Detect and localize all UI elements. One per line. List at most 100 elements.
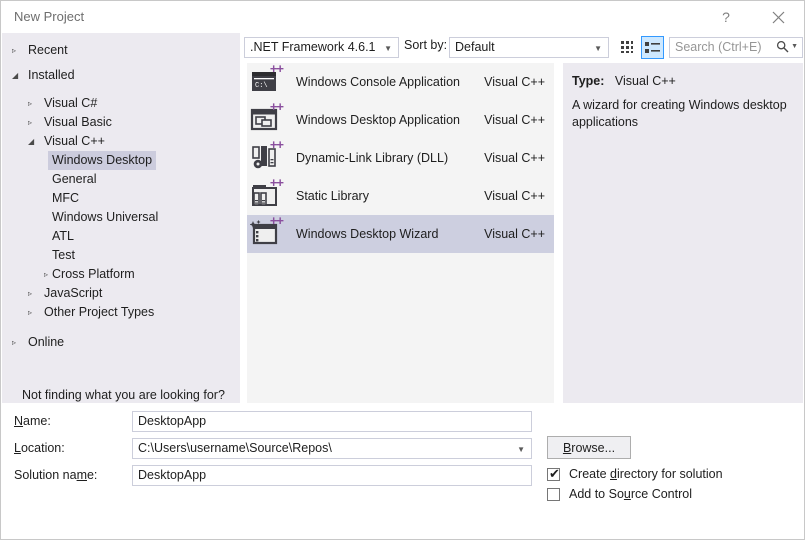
view-tiles-button[interactable]: [616, 36, 639, 59]
location-label: Location:: [14, 441, 65, 455]
title-bar: New Project ?: [1, 1, 804, 33]
template-language: Visual C++: [484, 227, 545, 241]
svg-text:C:\: C:\: [255, 82, 268, 90]
sidebar-item-label: Windows Desktop: [48, 151, 157, 170]
type-value: Visual C++: [614, 74, 676, 88]
sidebar-item-visual-cpp[interactable]: ◢ Visual C++: [2, 132, 240, 151]
sidebar-item-windows-universal[interactable]: Windows Universal: [2, 208, 240, 227]
solution-name-input[interactable]: DesktopApp: [132, 465, 532, 486]
table-row[interactable]: ++ Windows Desktop Application Visual C+…: [247, 99, 554, 139]
search-icon-group: ▼: [776, 40, 798, 53]
new-project-dialog: New Project ? ▹ Recent ◢ Installed ▹ Vis…: [0, 0, 805, 540]
checkmark-icon: ✔: [549, 465, 560, 481]
solution-name-value: DesktopApp: [138, 468, 207, 482]
chevron-down-icon: ◢: [28, 137, 35, 146]
sidebar-item-windows-desktop[interactable]: Windows Desktop: [2, 151, 240, 170]
sidebar-item-general[interactable]: General: [2, 170, 240, 189]
name-input[interactable]: DesktopApp: [132, 411, 532, 432]
template-language: Visual C++: [484, 75, 545, 89]
template-details-panel: Type: Visual C++ A wizard for creating W…: [563, 63, 803, 403]
sidebar-item-atl[interactable]: ATL: [2, 227, 240, 246]
sidebar-item-label: Visual Basic: [44, 115, 112, 129]
sidebar-item-label: Online: [28, 335, 65, 349]
framework-version-dropdown[interactable]: .NET Framework 4.6.1 ▼: [244, 37, 399, 58]
cpp-plusplus-badge: ++: [269, 99, 284, 114]
create-directory-checkbox[interactable]: ✔ Create directory for solution: [547, 465, 723, 483]
cpp-plusplus-badge: ++: [269, 213, 284, 228]
sidebar-item-installed[interactable]: ◢ Installed: [2, 66, 240, 85]
help-icon[interactable]: ?: [704, 1, 748, 33]
close-icon: [772, 11, 784, 23]
window-title: New Project: [14, 9, 85, 24]
table-row[interactable]: ++ Dynamic-Link Library (DLL) Visual C++: [247, 137, 554, 177]
framework-version-value: .NET Framework 4.6.1: [250, 40, 376, 54]
chevron-down-icon: ▼: [384, 44, 392, 53]
sidebar-item-visual-csharp[interactable]: ▹ Visual C#: [2, 94, 240, 113]
magnifier-icon: [777, 40, 789, 53]
sidebar-item-recent[interactable]: ▹ Recent: [2, 41, 240, 60]
solution-name-label: Solution name:: [14, 468, 98, 482]
sidebar-item-label: Windows Universal: [52, 210, 159, 224]
table-row[interactable]: ++ Static Library Visual C++: [247, 175, 554, 215]
sort-by-dropdown[interactable]: Default ▼: [449, 37, 609, 58]
sidebar-item-label: MFC: [52, 191, 80, 205]
chevron-right-icon: ▹: [28, 99, 33, 108]
chevron-right-icon: ▹: [28, 289, 33, 298]
sidebar-item-mfc[interactable]: MFC: [2, 189, 240, 208]
tree-group-installed: ◢ Installed: [2, 66, 240, 85]
chevron-down-icon[interactable]: ▼: [791, 43, 798, 50]
sidebar-item-visual-basic[interactable]: ▹ Visual Basic: [2, 113, 240, 132]
chevron-down-icon: ◢: [12, 71, 19, 80]
chevron-down-icon: ▼: [594, 44, 602, 53]
chevron-down-icon[interactable]: ▼: [517, 440, 525, 459]
chevron-right-icon: ▹: [12, 46, 17, 55]
tree-group-online: ▹ Online: [2, 333, 240, 352]
categories-tree: ▹ Recent ◢ Installed ▹ Visual C# ▹ Visua…: [2, 33, 240, 403]
sidebar-item-label: General: [52, 172, 97, 186]
template-name: Windows Desktop Application: [296, 113, 460, 127]
tree-installed-children: ▹ Visual C# ▹ Visual Basic ◢ Visual C++ …: [2, 94, 240, 322]
sidebar-item-label: Visual C#: [44, 96, 98, 110]
checkbox-box: [547, 487, 560, 501]
template-name: Static Library: [296, 189, 369, 203]
table-row[interactable]: C:\ ++ Windows Console Application Visua…: [247, 63, 554, 101]
sort-by-label: Sort by:: [404, 38, 448, 52]
dialog-body: ▹ Recent ◢ Installed ▹ Visual C# ▹ Visua…: [1, 33, 804, 403]
sort-by-value: Default: [455, 40, 495, 54]
view-list-button[interactable]: [641, 36, 664, 59]
close-button[interactable]: [756, 1, 800, 33]
sidebar-item-label: Cross Platform: [52, 267, 135, 281]
location-input[interactable]: C:\Users\username\Source\Repos\ ▼: [132, 438, 532, 459]
browse-button[interactable]: Browse...: [547, 436, 631, 459]
cpp-plusplus-badge: ++: [269, 137, 284, 152]
sidebar-item-javascript[interactable]: ▹ JavaScript: [2, 284, 240, 303]
help-question-icon: ?: [722, 9, 730, 25]
chevron-right-icon: ▹: [28, 308, 33, 317]
static-library-icon: ++: [250, 175, 284, 212]
sidebar-item-label: Installed: [28, 68, 75, 82]
sidebar-item-cross-platform[interactable]: ▹ Cross Platform: [2, 265, 240, 284]
sidebar-item-online[interactable]: ▹ Online: [2, 333, 240, 352]
table-row[interactable]: ++ Windows Desktop Wizard Visual C++: [247, 213, 554, 253]
search-placeholder: Search (Ctrl+E): [675, 40, 762, 54]
list-toolbar: .NET Framework 4.6.1 ▼ Sort by: Default …: [241, 36, 804, 61]
sidebar-item-label: Test: [52, 248, 75, 262]
template-list[interactable]: C:\ ++ Windows Console Application Visua…: [247, 63, 554, 403]
project-settings-form: Name: DesktopApp Location: C:\Users\user…: [1, 403, 804, 539]
name-label: Name:: [14, 414, 51, 428]
type-line: Type: Visual C++: [572, 74, 676, 88]
sidebar-item-label: JavaScript: [44, 286, 103, 300]
cpp-plusplus-badge: ++: [269, 175, 284, 190]
chevron-right-icon: ▹: [12, 338, 17, 347]
template-language: Visual C++: [484, 189, 545, 203]
template-name: Dynamic-Link Library (DLL): [296, 151, 449, 165]
search-input[interactable]: Search (Ctrl+E) ▼: [669, 37, 803, 58]
wizard-window-icon: ++: [249, 213, 284, 250]
sidebar-item-test[interactable]: Test: [2, 246, 240, 265]
type-label: Type:: [572, 74, 605, 88]
template-description: A wizard for creating Windows desktop ap…: [572, 98, 787, 129]
location-value: C:\Users\username\Source\Repos\: [138, 441, 332, 455]
source-control-checkbox[interactable]: Add to Source Control: [547, 485, 692, 503]
sidebar-item-other-project-types[interactable]: ▹ Other Project Types: [2, 303, 240, 322]
browse-button-label: Browse...: [562, 440, 616, 455]
